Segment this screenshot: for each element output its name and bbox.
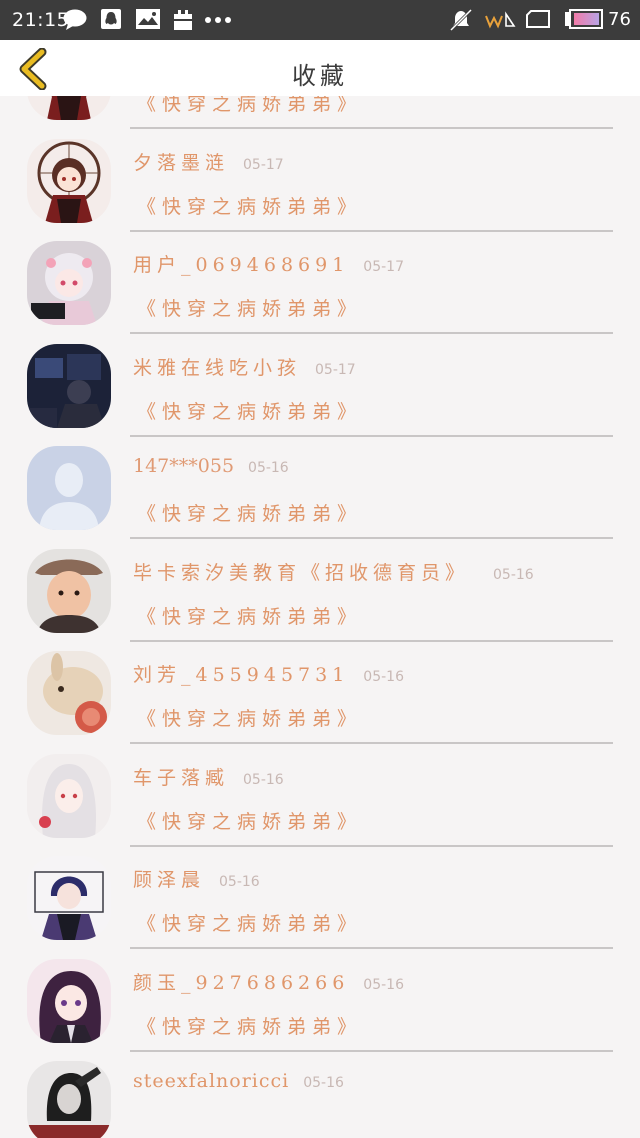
user-name[interactable]: 车子落臧 <box>133 763 229 790</box>
user-avatar[interactable] <box>27 856 111 940</box>
work-title[interactable]: 《快穿之病娇弟弟》 <box>137 192 362 219</box>
name-line: steexfalnoricci 05-16 <box>133 1070 344 1096</box>
battery-level: 76 <box>608 9 631 30</box>
user-name[interactable]: 夕落墨涟 <box>133 148 229 175</box>
qq-icon <box>101 9 121 29</box>
bw-photo-avatar <box>27 1061 111 1138</box>
more-notifications-icon <box>205 17 231 23</box>
user-avatar[interactable] <box>27 958 111 1043</box>
list-item[interactable]: 车子落臧 05-16 《快穿之病娇弟弟》 <box>0 735 640 847</box>
user-name[interactable]: steexfalnoricci <box>133 1070 289 1092</box>
date: 05-16 <box>363 669 404 685</box>
date: 05-16 <box>493 566 534 583</box>
calendar-icon <box>174 10 192 30</box>
user-avatar[interactable] <box>27 343 111 428</box>
user-avatar[interactable] <box>27 138 111 223</box>
sim-card-icon <box>526 10 550 28</box>
anime-girl-red-avatar <box>27 138 111 223</box>
user-name[interactable]: 用户_069468691 <box>133 250 349 277</box>
date: 05-16 <box>363 976 404 993</box>
signal-icon <box>485 11 516 29</box>
anime-girl-white-hair-avatar <box>27 241 111 325</box>
name-line: 米雅在线吃小孩 05-17 <box>133 353 356 379</box>
list-item[interactable]: 刘芳_455945731 05-16 《快穿之病娇弟弟》 <box>0 632 640 744</box>
list-item[interactable]: steexfalnoricci 05-16 <box>0 1042 640 1138</box>
work-title[interactable]: 《快穿之病娇弟弟》 <box>137 397 362 424</box>
dark-room-photo-avatar <box>27 343 111 428</box>
mute-icon <box>449 8 473 32</box>
anime-boy-purple-avatar <box>27 856 111 940</box>
list-item[interactable]: 顾泽晨 05-16 《快穿之病娇弟弟》 <box>0 837 640 949</box>
user-avatar[interactable] <box>27 446 111 530</box>
name-line: 颜玉_927686266 05-16 <box>133 968 404 994</box>
user-avatar[interactable] <box>27 1061 111 1138</box>
date: 05-17 <box>315 361 356 378</box>
user-avatar[interactable] <box>27 753 111 838</box>
name-line: 用户_069468691 05-17 <box>133 250 404 276</box>
anime-girl-red-avatar <box>27 96 111 120</box>
date: 05-17 <box>363 259 404 275</box>
date: 05-16 <box>243 771 284 788</box>
user-name[interactable]: 刘芳_455945731 <box>133 660 349 687</box>
title-bar: 收藏 <box>0 40 640 96</box>
user-name[interactable]: 米雅在线吃小孩 <box>133 353 301 380</box>
work-title[interactable]: 《快穿之病娇弟弟》 <box>137 602 362 629</box>
user-avatar[interactable] <box>27 241 111 325</box>
date: 05-16 <box>219 874 260 890</box>
list-item[interactable]: 米雅在线吃小孩 05-17 《快穿之病娇弟弟》 <box>0 325 640 437</box>
rabbit-photo-avatar <box>27 651 111 735</box>
list-item[interactable]: 用户_069468691 05-17 《快穿之病娇弟弟》 <box>0 222 640 334</box>
battery-icon <box>565 9 603 29</box>
work-title[interactable]: 《快穿之病娇弟弟》 <box>137 96 362 116</box>
page-title: 收藏 <box>292 62 348 90</box>
anime-white-hair-avatar <box>27 753 111 838</box>
date: 05-17 <box>243 156 284 173</box>
user-name[interactable]: 顾泽晨 <box>133 865 205 892</box>
image-notification-icon <box>136 9 160 29</box>
list-item[interactable]: 夕落墨涟 05-17 《快穿之病娇弟弟》 <box>0 120 640 232</box>
anime-girl-purple-avatar <box>27 958 111 1043</box>
work-title[interactable]: 《快穿之病娇弟弟》 <box>137 499 362 526</box>
status-bar: 21:15 76 <box>0 0 640 40</box>
list-item[interactable]: 颜玉_927686266 05-16 《快穿之病娇弟弟》 <box>0 940 640 1052</box>
list-item[interactable]: 147***055 05-16 《快穿之病娇弟弟》 <box>0 427 640 539</box>
user-avatar[interactable] <box>27 548 111 633</box>
message-icon <box>63 9 87 30</box>
name-line: 刘芳_455945731 05-16 <box>133 660 404 686</box>
list-item[interactable]: 毕卡索汐美教育《招收德育员》 05-16 《快穿之病娇弟弟》 <box>0 530 640 642</box>
work-title[interactable]: 《快穿之病娇弟弟》 <box>137 909 362 936</box>
name-line: 车子落臧 05-16 <box>133 763 284 789</box>
favorites-list[interactable]: 《快穿之病娇弟弟》 夕落墨涟 05-17 《快穿之病娇弟弟》 用户_069468… <box>0 96 640 1138</box>
work-title[interactable]: 《快穿之病娇弟弟》 <box>137 294 362 321</box>
name-line: 顾泽晨 05-16 <box>133 865 260 891</box>
user-name[interactable]: 颜玉_927686266 <box>133 968 349 995</box>
user-name[interactable]: 147***055 <box>133 455 234 477</box>
child-photo-avatar <box>27 548 111 633</box>
date: 05-16 <box>303 1075 344 1091</box>
status-time: 21:15 <box>12 9 70 31</box>
work-title[interactable]: 《快穿之病娇弟弟》 <box>137 1012 362 1039</box>
list-item[interactable]: 《快穿之病娇弟弟》 <box>0 96 640 129</box>
user-name[interactable]: 毕卡索汐美教育《招收德育员》 <box>133 558 469 585</box>
work-title[interactable]: 《快穿之病娇弟弟》 <box>137 704 362 731</box>
user-avatar[interactable] <box>27 651 111 735</box>
name-line: 夕落墨涟 05-17 <box>133 148 284 174</box>
name-line: 147***055 05-16 <box>133 455 289 481</box>
date: 05-16 <box>248 460 289 476</box>
name-line: 毕卡索汐美教育《招收德育员》 05-16 <box>133 558 534 584</box>
user-avatar[interactable] <box>27 96 111 120</box>
work-title[interactable]: 《快穿之病娇弟弟》 <box>137 807 362 834</box>
default-person-avatar <box>27 446 111 530</box>
